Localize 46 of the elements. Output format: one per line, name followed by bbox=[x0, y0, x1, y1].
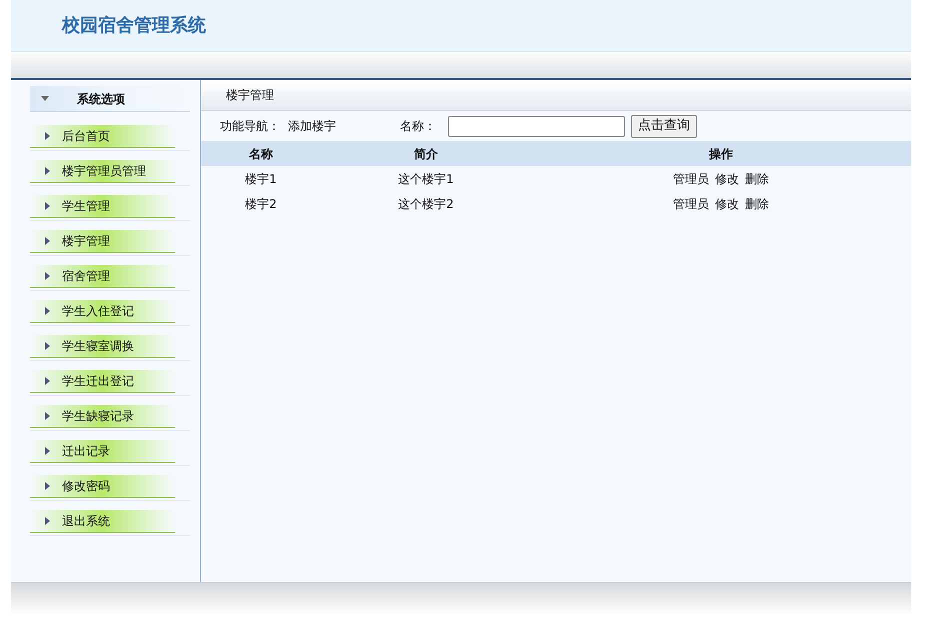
sidebar-title: 系统选项 bbox=[77, 90, 125, 108]
nav-label: 功能导航： bbox=[220, 118, 280, 135]
caret-right-icon bbox=[45, 202, 50, 210]
column-header: 操作 bbox=[709, 146, 733, 162]
caret-right-icon bbox=[45, 237, 50, 245]
sidebar-item[interactable]: 后台首页 bbox=[30, 125, 175, 148]
sidebar-item[interactable]: 学生寝室调换 bbox=[30, 335, 175, 358]
action-link[interactable]: 删除 bbox=[745, 170, 769, 188]
sidebar-item[interactable]: 学生入住登记 bbox=[30, 300, 175, 323]
table-cell-text: 楼宇2 bbox=[245, 196, 277, 212]
table-cell-text: 这个楼宇1 bbox=[398, 170, 454, 188]
caret-right-icon bbox=[45, 307, 50, 315]
caret-right-icon bbox=[45, 132, 50, 140]
sidebar-item[interactable]: 楼宇管理员管理 bbox=[30, 160, 175, 183]
add-building-link[interactable]: 添加楼宇 bbox=[288, 117, 336, 135]
action-link[interactable]: 管理员 bbox=[673, 194, 709, 212]
sidebar-item[interactable]: 学生管理 bbox=[30, 195, 175, 218]
app-title: 校园宿舍管理系统 bbox=[62, 14, 206, 38]
caret-down-icon bbox=[41, 96, 49, 101]
content-title: 楼宇管理 bbox=[226, 87, 274, 104]
column-header: 简介 bbox=[414, 146, 438, 162]
action-link[interactable]: 删除 bbox=[745, 194, 769, 212]
sidebar-item[interactable]: 退出系统 bbox=[30, 510, 175, 533]
caret-right-icon bbox=[45, 447, 50, 455]
caret-right-icon bbox=[45, 517, 50, 525]
caret-right-icon bbox=[45, 482, 50, 490]
sidebar-item[interactable]: 修改密码 bbox=[30, 475, 175, 498]
action-link[interactable]: 修改 bbox=[715, 194, 739, 212]
column-header: 名称 bbox=[249, 146, 273, 162]
search-label: 名称： bbox=[400, 118, 436, 135]
sidebar-item[interactable]: 宿舍管理 bbox=[30, 265, 175, 288]
caret-right-icon bbox=[45, 167, 50, 175]
caret-right-icon bbox=[45, 342, 50, 350]
sidebar-item[interactable]: 学生缺寝记录 bbox=[30, 405, 175, 428]
sidebar-item[interactable]: 学生迁出登记 bbox=[30, 370, 175, 393]
search-field[interactable] bbox=[448, 116, 625, 136]
action-link[interactable]: 管理员 bbox=[673, 170, 709, 188]
caret-right-icon bbox=[45, 272, 50, 280]
sidebar-item[interactable]: 迁出记录 bbox=[30, 440, 175, 463]
action-link[interactable]: 修改 bbox=[715, 170, 739, 188]
caret-right-icon bbox=[45, 377, 50, 385]
caret-right-icon bbox=[45, 412, 50, 420]
search-button[interactable]: 点击查询 bbox=[631, 114, 697, 138]
table-cell-text: 这个楼宇2 bbox=[398, 196, 454, 212]
sidebar-item[interactable]: 楼宇管理 bbox=[30, 230, 175, 253]
table-cell-text: 楼宇1 bbox=[245, 170, 277, 188]
